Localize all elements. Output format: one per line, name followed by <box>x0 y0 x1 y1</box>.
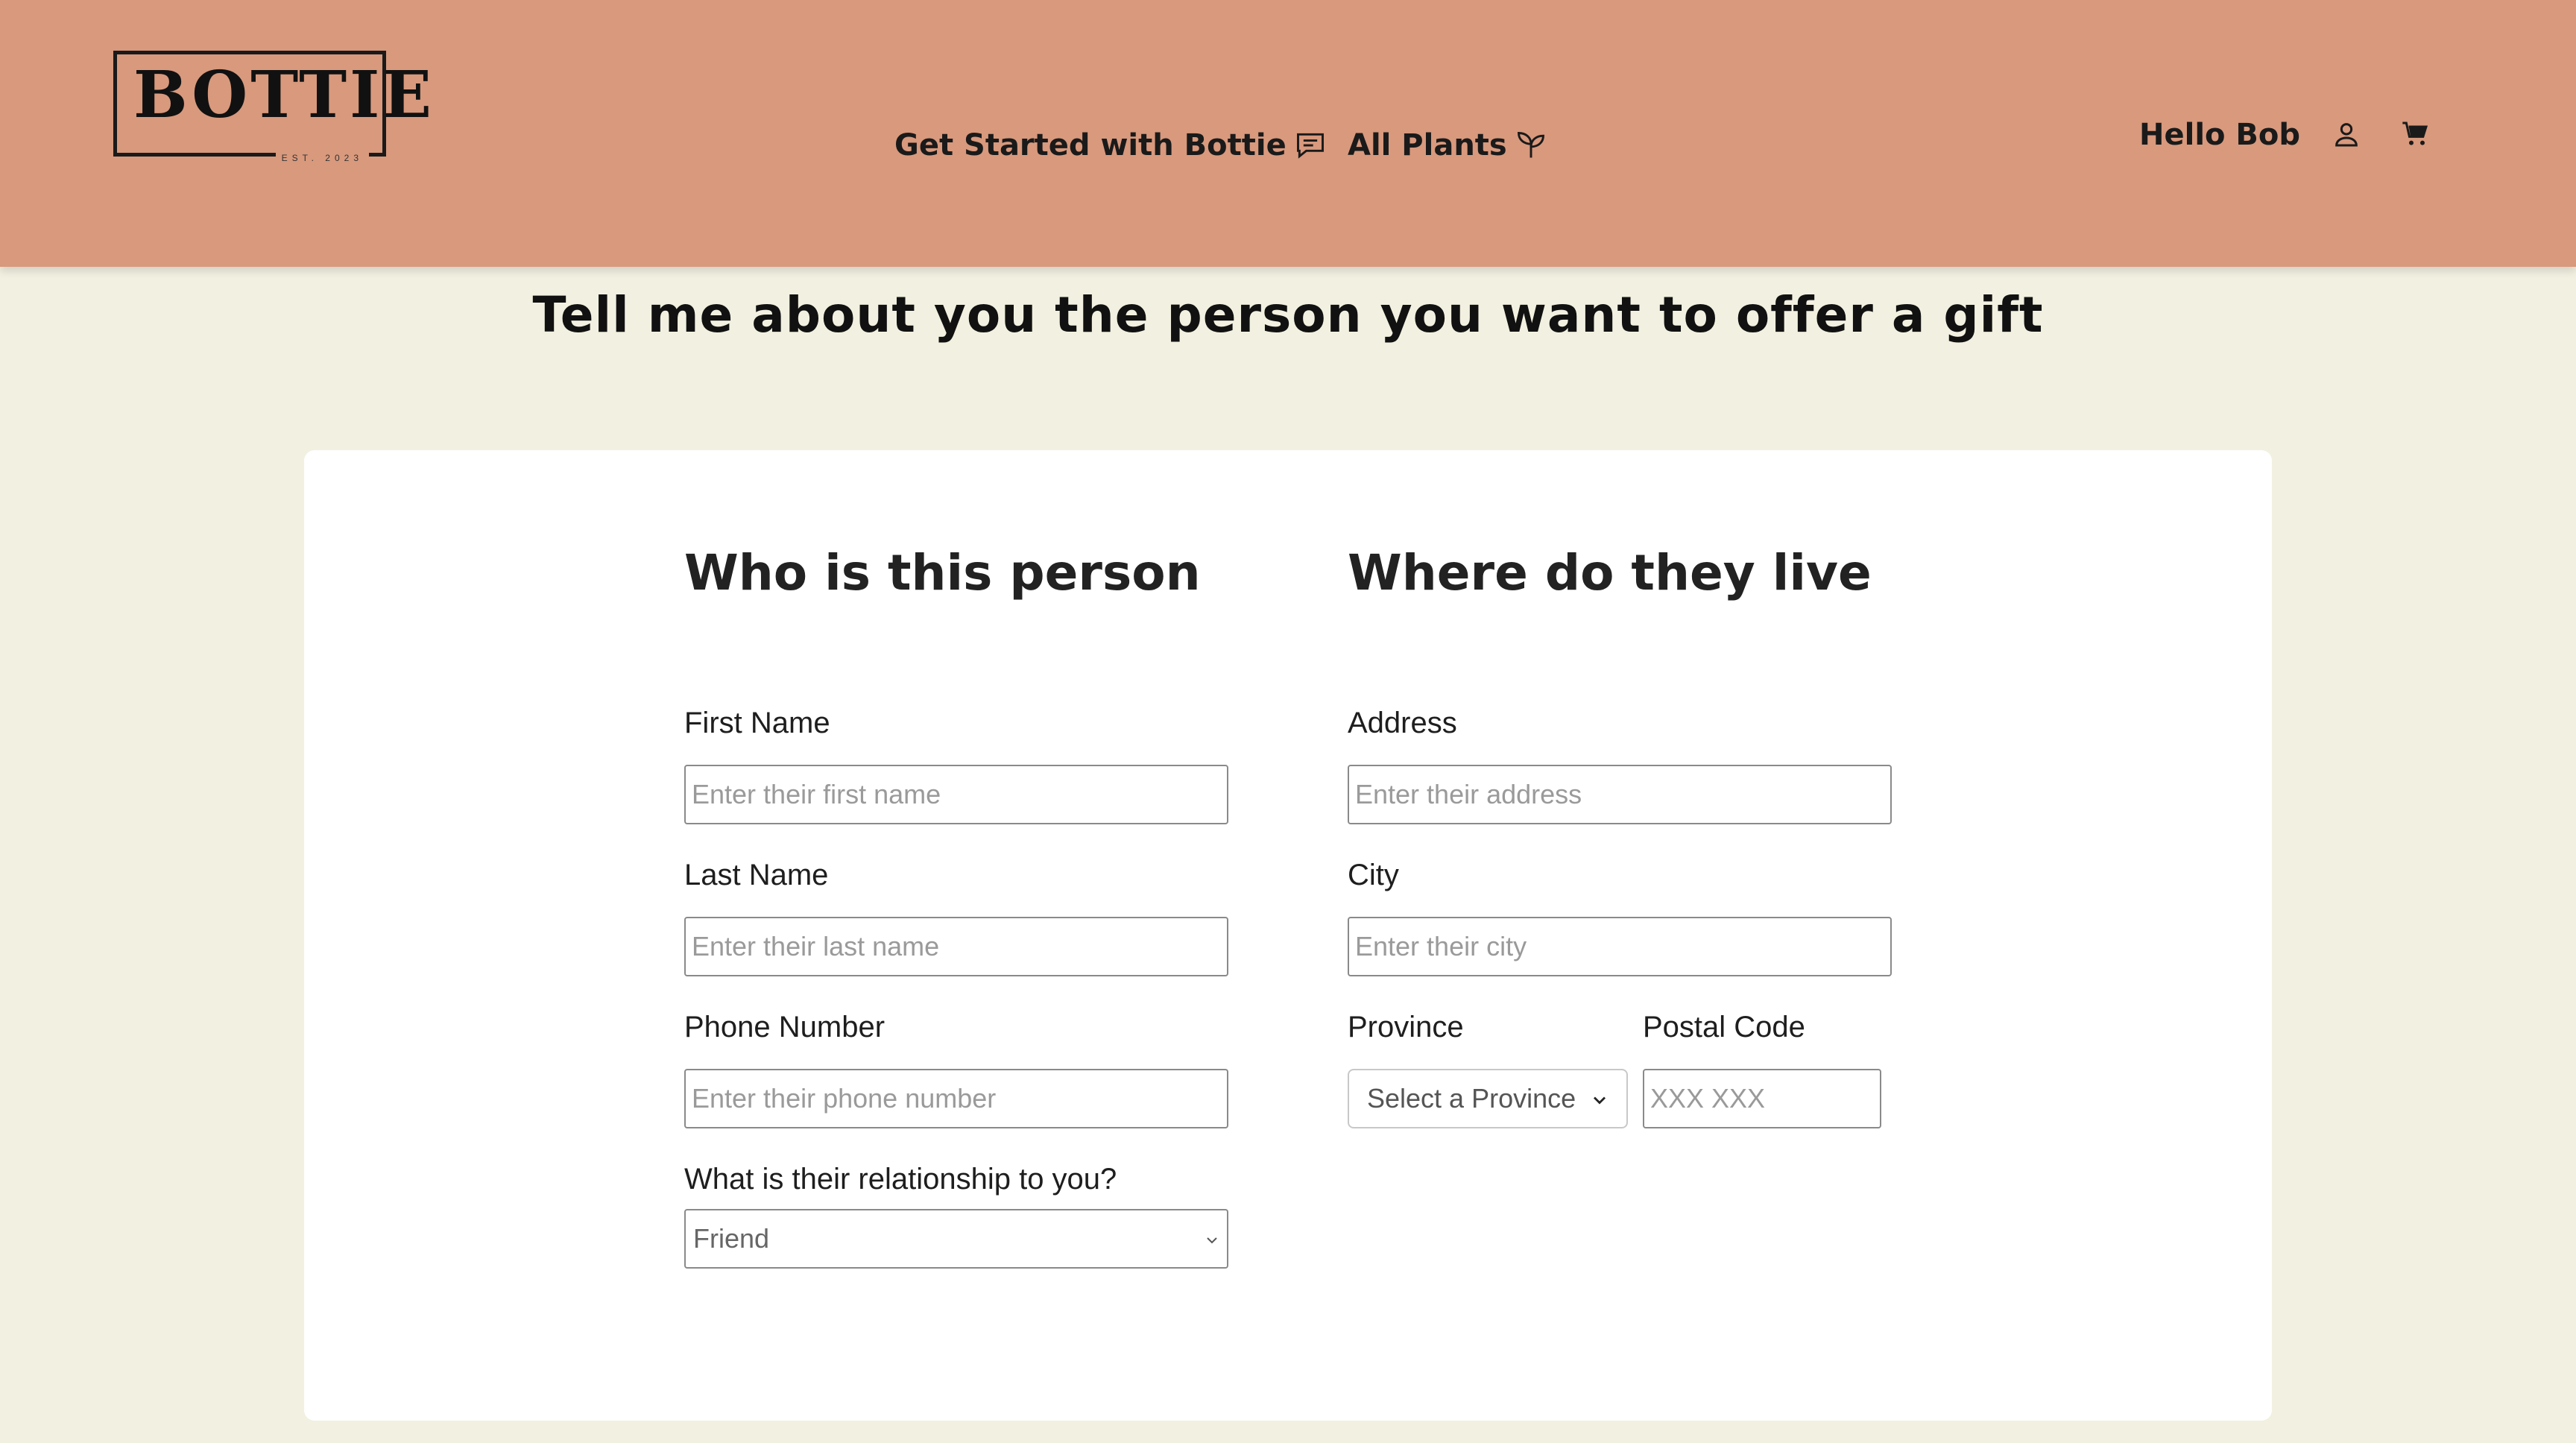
relationship-label: What is their relationship to you? <box>684 1163 1117 1196</box>
sprout-icon <box>1517 132 1544 158</box>
last-name-input[interactable] <box>684 917 1228 976</box>
phone-number-label: Phone Number <box>684 1011 886 1043</box>
bottie-logo[interactable]: BOTTIE EST. 2023 <box>113 51 432 163</box>
first-name-input[interactable] <box>684 765 1228 824</box>
nav-get-started-link[interactable]: Get Started with Bottie <box>894 128 1327 162</box>
person-section-heading: Who is this person <box>684 544 1201 601</box>
postal-code-label: Postal Code <box>1643 1011 1805 1043</box>
phone-number-input[interactable] <box>684 1069 1228 1128</box>
province-label: Province <box>1348 1011 1464 1043</box>
city-input[interactable] <box>1348 917 1892 976</box>
page-title: Tell me about you the person you want to… <box>532 286 2044 344</box>
relationship-selected-value: Friend <box>693 1223 770 1254</box>
city-label: City <box>1348 859 1399 891</box>
gift-recipient-form-card: Who is this person First Name Last Name … <box>304 450 2272 1421</box>
nav-all-plants-label: All Plants <box>1348 128 1507 162</box>
chevron-down-icon <box>1594 1096 1606 1105</box>
nav-all-plants-link[interactable]: All Plants <box>1348 128 1547 162</box>
logo-est-text: EST. 2023 <box>275 153 369 163</box>
site-header: BOTTIE EST. 2023 Get Started with Bottie… <box>0 0 2576 267</box>
chevron-down-icon <box>1207 1237 1217 1244</box>
user-icon[interactable] <box>2332 119 2361 149</box>
nav-get-started-label: Get Started with Bottie <box>894 128 1287 162</box>
cart-icon[interactable] <box>2400 119 2430 149</box>
last-name-label: Last Name <box>684 859 829 891</box>
postal-code-input[interactable] <box>1643 1069 1881 1128</box>
address-label: Address <box>1348 707 1457 739</box>
relationship-select[interactable]: Friend <box>684 1209 1228 1269</box>
chat-icon <box>1296 133 1324 159</box>
logo-text: BOTTIE <box>133 57 435 133</box>
address-input[interactable] <box>1348 765 1892 824</box>
user-greeting: Hello Bob <box>2139 118 2301 152</box>
province-select[interactable]: Select a Province <box>1348 1069 1628 1128</box>
address-section-heading: Where do they live <box>1348 544 1872 601</box>
first-name-label: First Name <box>684 707 830 739</box>
province-selected-value: Select a Province <box>1367 1083 1576 1114</box>
